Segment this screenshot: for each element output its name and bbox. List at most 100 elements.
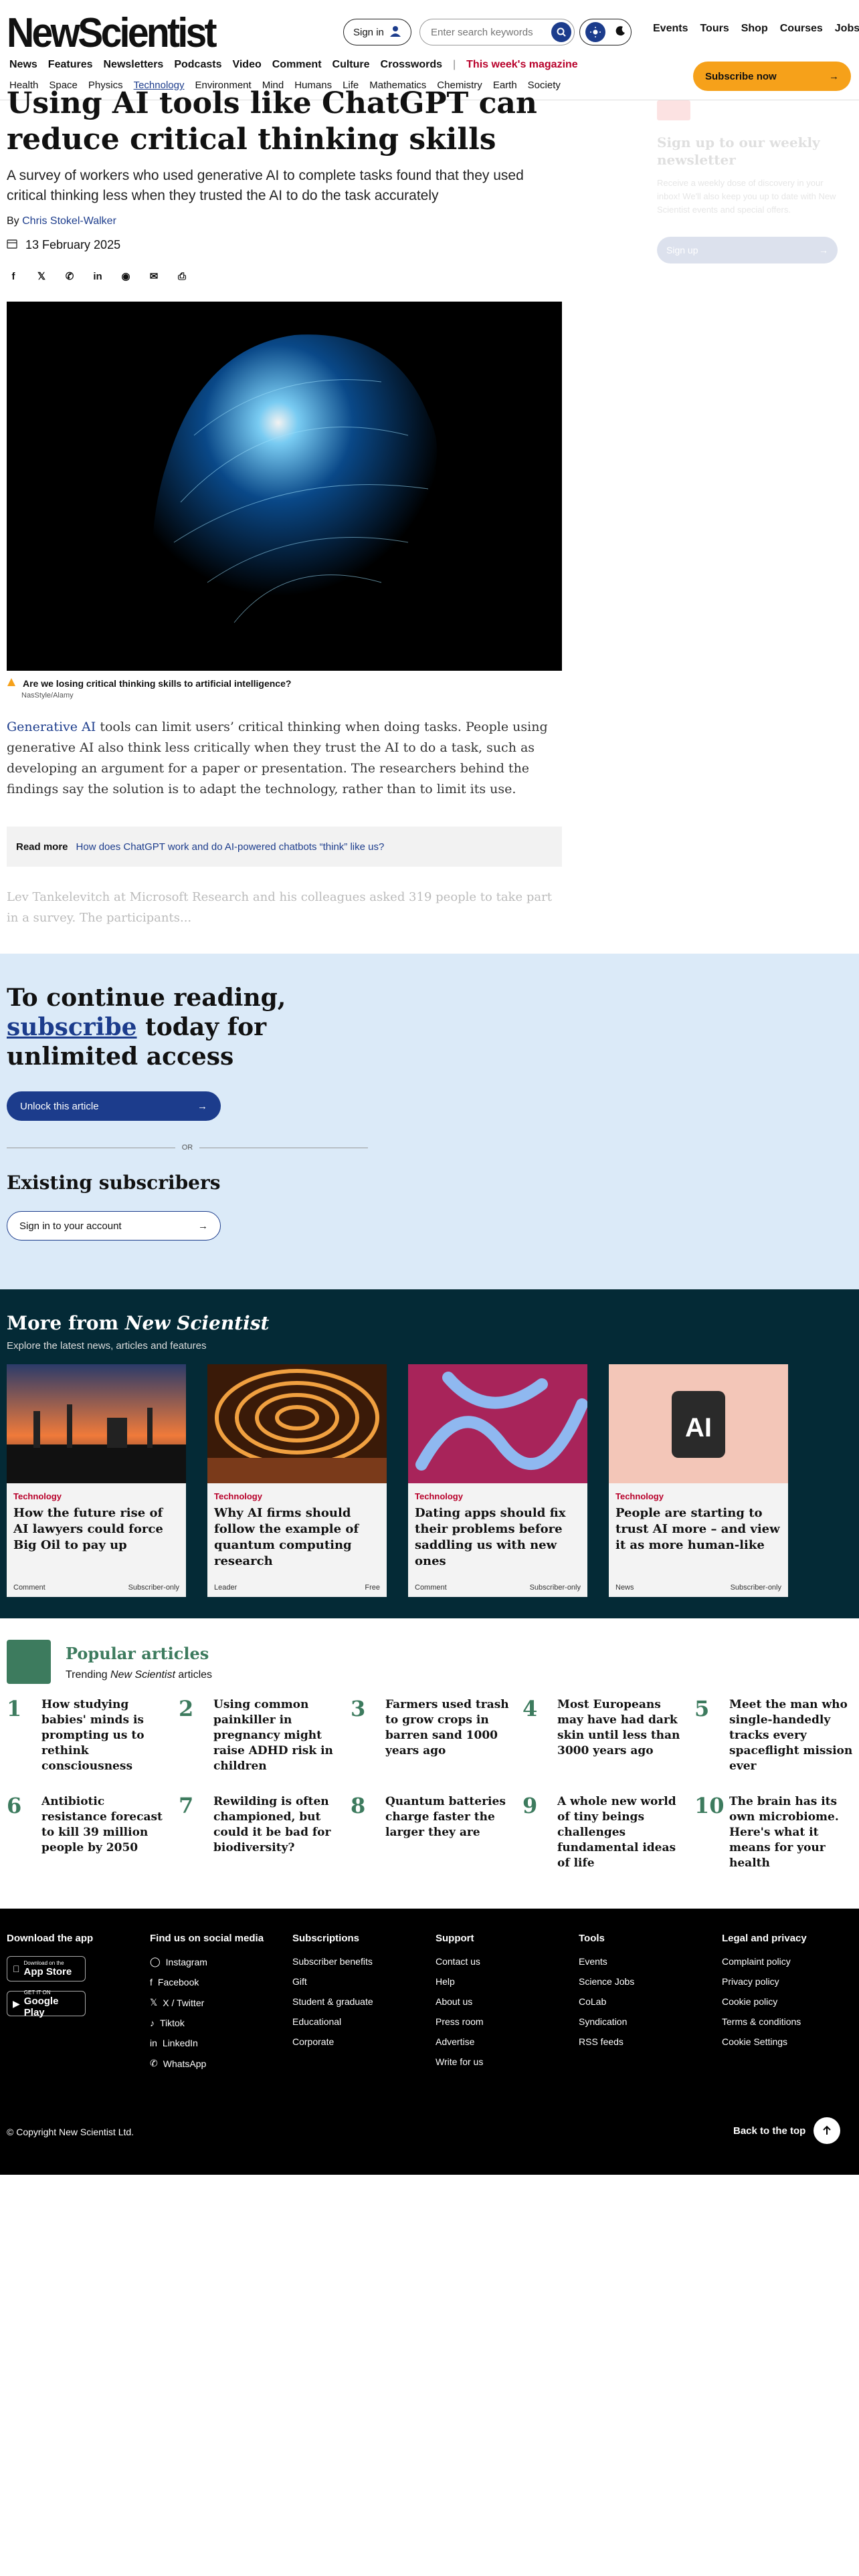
footer-legal-link[interactable]: Cookie Settings bbox=[722, 2036, 807, 2047]
sign-in-button[interactable]: Sign in bbox=[343, 19, 411, 45]
footer-subs-link[interactable]: Student & graduate bbox=[292, 1996, 373, 2007]
article: Using AI tools like ChatGPT can reduce c… bbox=[7, 86, 562, 928]
popular-item[interactable]: 4 Most Europeans may have had dark skin u… bbox=[522, 1697, 694, 1774]
footer-support-link[interactable]: Help bbox=[436, 1976, 484, 1987]
read-more-link[interactable]: How does ChatGPT work and do AI-powered … bbox=[76, 841, 385, 853]
footer-subs-title: Subscriptions bbox=[292, 1933, 360, 1944]
unlock-label: Unlock this article bbox=[20, 1100, 99, 1112]
unlock-article-button[interactable]: Unlock this article → bbox=[7, 1091, 221, 1121]
popular-item[interactable]: 7 Rewilding is often championed, but coul… bbox=[179, 1794, 351, 1871]
popular-item[interactable]: 3 Farmers used trash to grow crops in bar… bbox=[351, 1697, 522, 1774]
footer-whatsapp[interactable]: ✆ WhatsApp bbox=[150, 2058, 264, 2069]
footer-legal-column: Legal and privacy Complaint policy Priva… bbox=[722, 1933, 807, 2056]
sign-in-account-button[interactable]: Sign in to your account → bbox=[7, 1211, 221, 1241]
back-to-top-button[interactable]: Back to the top bbox=[733, 2117, 841, 2144]
top-link-courses[interactable]: Courses bbox=[780, 23, 823, 35]
email-icon[interactable]: ✉ bbox=[147, 270, 161, 283]
popular-item[interactable]: 9 A whole new world of tiny beings challe… bbox=[522, 1794, 694, 1871]
nav-culture[interactable]: Culture bbox=[332, 59, 370, 71]
subscribe-now-button[interactable]: Subscribe now → bbox=[693, 62, 851, 91]
nav-magazine[interactable]: This week's magazine bbox=[466, 59, 578, 71]
footer-tools-link[interactable]: CoLab bbox=[579, 1996, 634, 2007]
footer-facebook[interactable]: f Facebook bbox=[150, 1977, 264, 1988]
footer-tools-link[interactable]: RSS feeds bbox=[579, 2036, 634, 2047]
footer-support-title: Support bbox=[436, 1933, 474, 1944]
popular-item[interactable]: 10 The brain has its own microbiome. Here… bbox=[694, 1794, 859, 1871]
card-type: News bbox=[615, 1584, 634, 1592]
card-access: Free bbox=[365, 1584, 380, 1592]
footer-linkedin[interactable]: in LinkedIn bbox=[150, 2038, 264, 2048]
top-link-tours[interactable]: Tours bbox=[700, 23, 729, 35]
popular-item[interactable]: 1 How studying babies' minds is prompting… bbox=[7, 1697, 179, 1774]
footer-tools-link[interactable]: Syndication bbox=[579, 2016, 634, 2027]
footer-support-link[interactable]: Contact us bbox=[436, 1956, 484, 1967]
reddit-icon[interactable]: ◉ bbox=[119, 270, 132, 283]
nav-crosswords[interactable]: Crosswords bbox=[381, 59, 442, 71]
sun-icon[interactable] bbox=[585, 22, 605, 42]
footer-instagram[interactable]: ◯ Instagram bbox=[150, 1956, 264, 1967]
footer-support-link[interactable]: Advertise bbox=[436, 2036, 484, 2047]
footer-legal-link[interactable]: Cookie policy bbox=[722, 1996, 807, 2007]
footer-subs-link[interactable]: Gift bbox=[292, 1976, 373, 1987]
popular-item[interactable]: 8 Quantum batteries charge faster the lar… bbox=[351, 1794, 522, 1871]
more-card[interactable]: Technology How the future rise of AI law… bbox=[7, 1364, 186, 1597]
footer-tools-link[interactable]: Events bbox=[579, 1956, 634, 1967]
moon-icon[interactable] bbox=[615, 25, 626, 39]
search-input[interactable] bbox=[431, 26, 545, 38]
site-logo[interactable]: NewScientist bbox=[7, 9, 217, 57]
generative-ai-link[interactable]: Generative AI bbox=[7, 720, 96, 734]
dateline: 13 February 2025 bbox=[7, 238, 562, 252]
footer-support-link[interactable]: Write for us bbox=[436, 2056, 484, 2067]
paywall: To continue reading, subscribe today for… bbox=[0, 954, 859, 1289]
card-type: Comment bbox=[415, 1584, 447, 1592]
footer-legal-link[interactable]: Terms & conditions bbox=[722, 2016, 807, 2027]
paywall-subscribe-link[interactable]: subscribe bbox=[7, 1013, 137, 1041]
nav-comment[interactable]: Comment bbox=[272, 59, 322, 71]
top-links: Events Tours Shop Courses Jobs bbox=[653, 23, 859, 35]
warning-icon bbox=[7, 677, 16, 689]
card-access: Subscriber-only bbox=[730, 1584, 781, 1592]
x-twitter-icon[interactable]: 𝕏 bbox=[35, 270, 48, 283]
author-link[interactable]: Chris Stokel-Walker bbox=[22, 215, 116, 227]
footer-legal-link[interactable]: Privacy policy bbox=[722, 1976, 807, 1987]
footer-legal-title: Legal and privacy bbox=[722, 1933, 807, 1944]
copyright: © Copyright New Scientist Ltd. bbox=[7, 2127, 134, 2137]
footer-support-link[interactable]: Press room bbox=[436, 2016, 484, 2027]
google-play-badge[interactable]: ▶ GET IT ON Google Play bbox=[7, 1990, 86, 2018]
print-icon[interactable]: ⎙ bbox=[175, 270, 189, 283]
top-link-shop[interactable]: Shop bbox=[741, 23, 768, 35]
top-link-jobs[interactable]: Jobs bbox=[835, 23, 859, 35]
popular-rank: 1 bbox=[7, 1696, 22, 1721]
search-button[interactable] bbox=[551, 22, 571, 42]
top-link-events[interactable]: Events bbox=[653, 23, 688, 35]
footer-tools-link[interactable]: Science Jobs bbox=[579, 1976, 634, 1987]
footer-tiktok[interactable]: ♪ Tiktok bbox=[150, 2018, 264, 2028]
footer-subs-link[interactable]: Subscriber benefits bbox=[292, 1956, 373, 1967]
newsletter-badge bbox=[657, 100, 690, 120]
more-card[interactable]: Technology Dating apps should fix their … bbox=[408, 1364, 587, 1597]
linkedin-icon[interactable]: in bbox=[91, 270, 104, 283]
nav-news[interactable]: News bbox=[9, 59, 37, 71]
or-divider: OR bbox=[7, 1144, 368, 1152]
hero-image bbox=[7, 302, 562, 671]
footer-support-link[interactable]: About us bbox=[436, 1996, 484, 2007]
nav-video[interactable]: Video bbox=[232, 59, 261, 71]
nav-features[interactable]: Features bbox=[48, 59, 93, 71]
popular-item[interactable]: 6 Antibiotic resistance forecast to kill … bbox=[7, 1794, 179, 1871]
more-card[interactable]: AI Technology People are starting to tru… bbox=[609, 1364, 788, 1597]
nav-newsletters[interactable]: Newsletters bbox=[104, 59, 164, 71]
app-store-badge[interactable]:  Download on theApp Store bbox=[7, 1956, 86, 1981]
more-card[interactable]: Technology Why AI firms should follow th… bbox=[207, 1364, 387, 1597]
card-category: Technology bbox=[13, 1491, 62, 1501]
footer-subs-link[interactable]: Educational bbox=[292, 2016, 373, 2027]
footer-x-twitter[interactable]: 𝕏X / Twitter bbox=[150, 1997, 264, 2008]
theme-toggle[interactable] bbox=[579, 19, 632, 45]
popular-item[interactable]: 2 Using common painkiller in pregnancy mi… bbox=[179, 1697, 351, 1774]
whatsapp-icon[interactable]: ✆ bbox=[63, 270, 76, 283]
facebook-icon[interactable]: f bbox=[7, 270, 20, 283]
nav-podcasts[interactable]: Podcasts bbox=[174, 59, 221, 71]
caption-text: Are we losing critical thinking skills t… bbox=[23, 677, 292, 689]
footer-legal-link[interactable]: Complaint policy bbox=[722, 1956, 807, 1967]
footer-subs-link[interactable]: Corporate bbox=[292, 2036, 373, 2047]
popular-item[interactable]: 5 Meet the man who single-handedly tracks… bbox=[694, 1697, 859, 1774]
